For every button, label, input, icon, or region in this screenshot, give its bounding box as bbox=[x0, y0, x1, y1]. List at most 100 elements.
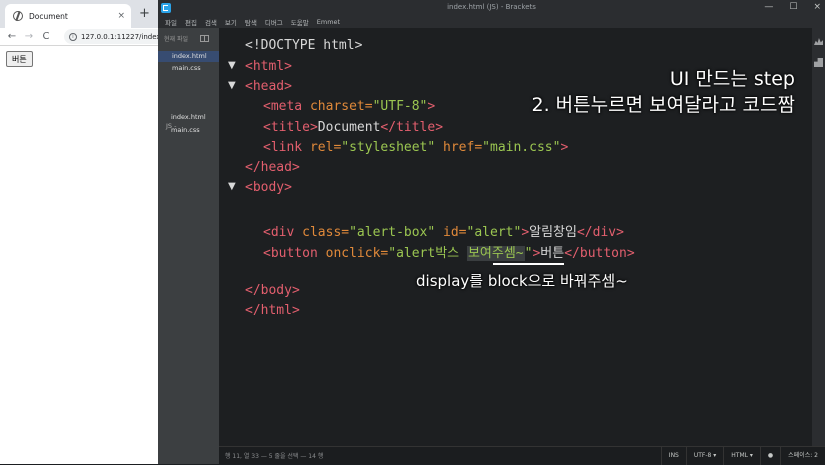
code-div-close: </div> bbox=[576, 225, 624, 240]
lint-status-icon[interactable]: ● bbox=[759, 446, 780, 465]
language-select[interactable]: HTML ▾ bbox=[723, 446, 760, 465]
caption-display-hint: display를 block으로 바꿔주셈~ bbox=[416, 272, 628, 290]
indent-setting[interactable]: 스페이스: 2 bbox=[780, 446, 825, 465]
code-doctype: <!DOCTYPE html> bbox=[245, 38, 363, 53]
menu-navigate[interactable]: 탐색 bbox=[245, 17, 257, 27]
fold-html-icon[interactable]: ▼ bbox=[228, 60, 236, 71]
code-button-tag: <button bbox=[263, 246, 318, 261]
code-line-7: </head> bbox=[245, 160, 300, 175]
code-link-close: > bbox=[560, 140, 569, 155]
menu-view[interactable]: 보기 bbox=[225, 17, 237, 27]
insert-mode-toggle[interactable]: INS bbox=[660, 446, 686, 465]
code-line-4: <meta charset="UTF-8"> bbox=[263, 99, 435, 114]
code-rel-value: "stylesheet" bbox=[341, 140, 436, 155]
code-title-close: </title> bbox=[380, 120, 444, 135]
code-onclick-attr: onclick= bbox=[317, 246, 389, 261]
code-line-14: </html> bbox=[245, 303, 300, 318]
code-body-close: </body> bbox=[245, 283, 300, 298]
forward-button[interactable]: → bbox=[24, 31, 34, 42]
extension-manager-icon[interactable] bbox=[814, 58, 823, 67]
code-href-value: "main.css" bbox=[482, 140, 561, 155]
code-onclick-value-selected: 보여주셈~ bbox=[466, 246, 525, 261]
right-toolbar bbox=[812, 28, 825, 446]
working-file-main-css[interactable]: main.css bbox=[172, 64, 201, 72]
menu-file[interactable]: 파일 bbox=[165, 17, 177, 27]
code-charset-value: "UTF-8" bbox=[372, 99, 428, 114]
selection-underline bbox=[493, 263, 564, 265]
reload-button[interactable]: C bbox=[41, 31, 51, 42]
encoding-select[interactable]: UTF-8 ▾ bbox=[685, 446, 723, 465]
code-link-tag: <link bbox=[263, 140, 303, 155]
live-preview-icon[interactable] bbox=[814, 38, 823, 45]
caption-step: UI 만드는 step bbox=[669, 68, 795, 90]
menu-emmet[interactable]: Emmet bbox=[317, 18, 340, 26]
menu-debug[interactable]: 디버그 bbox=[265, 17, 283, 27]
split-view-icon[interactable] bbox=[200, 35, 209, 42]
code-href-attr: href= bbox=[435, 140, 483, 155]
code-onclick-value-a: "alert박스 bbox=[388, 246, 467, 261]
code-line-1: <!DOCTYPE html> bbox=[245, 38, 362, 53]
code-head-close: </head> bbox=[245, 160, 300, 175]
window-title: index.html (JS) - Brackets bbox=[447, 3, 536, 11]
code-line-5: <title>Document</title> bbox=[263, 120, 443, 135]
fold-body-icon[interactable]: ▼ bbox=[228, 181, 236, 192]
working-file-index[interactable]: index.html bbox=[172, 52, 207, 60]
menu-help[interactable]: 도움말 bbox=[291, 17, 309, 27]
menu-bar: 파일 편집 검색 보기 탐색 디버그 도움말 Emmet bbox=[158, 16, 825, 28]
address-bar: ← → C i 127.0.0.1:11227/index bbox=[0, 28, 158, 45]
maximize-icon[interactable]: ☐ bbox=[789, 2, 797, 12]
project-file-main-css[interactable]: main.css bbox=[171, 126, 200, 134]
code-line-13: </body> bbox=[245, 283, 300, 298]
page-button[interactable]: 버튼 bbox=[6, 51, 33, 67]
code-line-3: <head> bbox=[245, 79, 292, 94]
fold-gutter: ▼ ▼ ▼ bbox=[219, 28, 241, 446]
code-line-6: <link rel="stylesheet" href="main.css"> bbox=[263, 140, 568, 155]
code-title-text: Document bbox=[317, 120, 381, 135]
code-body-open: <body> bbox=[245, 180, 292, 195]
code-title-open: <title> bbox=[263, 120, 318, 135]
code-button-text: 버튼 bbox=[540, 246, 565, 261]
new-tab-button[interactable]: + bbox=[139, 6, 150, 21]
code-html-open: <html> bbox=[245, 59, 292, 74]
code-line-8: <body> bbox=[245, 180, 292, 195]
browser-tab-bar: Document × + bbox=[0, 0, 158, 28]
window-controls: — ☐ × bbox=[764, 2, 821, 12]
code-id-value: "alert" bbox=[466, 225, 522, 240]
code-line-11: <button onclick="alert박스 보여주셈~">버튼</butt… bbox=[263, 242, 635, 261]
title-bar: index.html (JS) - Brackets — ☐ × bbox=[158, 0, 825, 16]
back-button[interactable]: ← bbox=[7, 31, 17, 42]
minimize-icon[interactable]: — bbox=[764, 2, 773, 12]
code-rel-attr: rel= bbox=[302, 140, 342, 155]
menu-find[interactable]: 검색 bbox=[205, 17, 217, 27]
code-div-text: 알림창임 bbox=[529, 225, 577, 240]
info-icon[interactable]: i bbox=[69, 32, 77, 41]
project-file-index[interactable]: index.html bbox=[171, 113, 206, 121]
code-charset-attr: charset= bbox=[302, 99, 373, 114]
code-button-close: </button> bbox=[564, 246, 635, 261]
code-line-10: <div class="alert-box" id="alert">알림창임</… bbox=[263, 221, 624, 240]
code-meta-tag: <meta bbox=[263, 99, 303, 114]
code-head-open: <head> bbox=[245, 79, 292, 94]
code-html-close: </html> bbox=[245, 303, 300, 318]
code-id-attr: id= bbox=[435, 225, 467, 240]
url-input[interactable]: i 127.0.0.1:11227/index bbox=[64, 29, 158, 44]
browser-window: Document × + ← → C i 127.0.0.1:11227/ind… bbox=[0, 0, 158, 464]
code-line-2: <html> bbox=[245, 59, 292, 74]
code-div-gt: > bbox=[521, 225, 530, 240]
url-text: 127.0.0.1:11227/index bbox=[81, 32, 158, 41]
status-bar: 행 11, 열 33 — 5 줄을 선택 — 14 행 INS UTF-8 ▾ … bbox=[219, 446, 825, 465]
working-files-label: 현재 파일 bbox=[164, 36, 188, 43]
code-class-value: "alert-box" bbox=[349, 225, 436, 240]
code-class-attr: class= bbox=[294, 225, 350, 240]
code-meta-close: > bbox=[427, 99, 436, 114]
working-files-header: 현재 파일 bbox=[164, 34, 209, 43]
globe-icon bbox=[13, 11, 23, 21]
fold-head-icon[interactable]: ▼ bbox=[228, 80, 236, 91]
caption-description: 2. 버튼누르면 보여달라고 코드짬 bbox=[531, 94, 796, 116]
menu-edit[interactable]: 편집 bbox=[185, 17, 197, 27]
browser-tab[interactable]: Document × bbox=[5, 4, 131, 28]
close-tab-icon[interactable]: × bbox=[117, 11, 125, 21]
tab-title: Document bbox=[29, 11, 68, 21]
close-window-icon[interactable]: × bbox=[813, 2, 821, 12]
code-div-tag: <div bbox=[263, 225, 295, 240]
